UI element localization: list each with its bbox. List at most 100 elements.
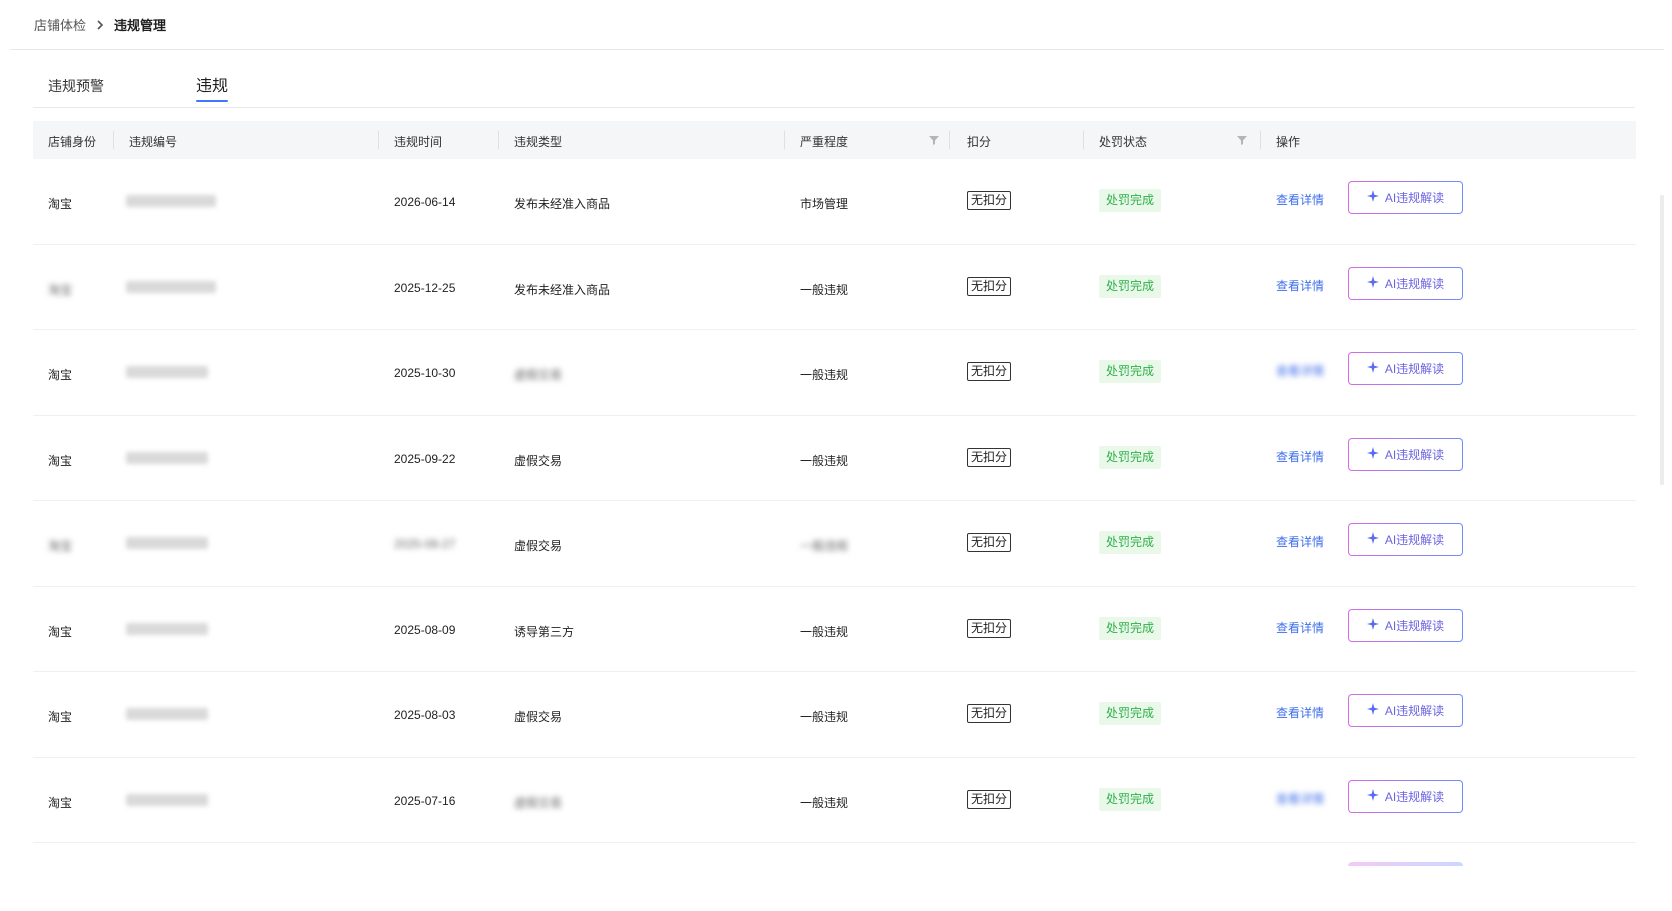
status-badge: 处罚完成 — [1099, 445, 1162, 469]
cell-time: 2025-08-09 — [394, 622, 456, 637]
cell-severity: 一般违规 — [800, 710, 849, 724]
view-detail-link[interactable]: 查看详情 — [1276, 362, 1324, 379]
status-badge: 处罚完成 — [1099, 702, 1162, 725]
ai-interpret-button[interactable]: AI违规解读 — [1348, 608, 1463, 642]
ai-button-label: AI违规解读 — [1384, 447, 1445, 462]
status-filter-icon[interactable] — [1237, 134, 1247, 148]
cell-severity: 一般违规 — [800, 453, 849, 468]
sparkle-icon — [1366, 361, 1379, 376]
status-badge: 处罚完成 — [1099, 616, 1162, 640]
status-badge: 处罚完成 — [1099, 274, 1162, 298]
tab-label: 违规 — [196, 78, 229, 95]
cell-identity: 淘宝 — [48, 710, 73, 724]
redacted-violation-code — [126, 537, 208, 549]
cell-time: 2025-12-25 — [394, 280, 456, 295]
cell-type: 诱导第三方 — [514, 624, 575, 639]
ai-interpret-button[interactable]: AI违规解读 — [1348, 352, 1463, 385]
status-badge: 处罚完成 — [1099, 189, 1162, 212]
view-detail-link[interactable]: 查看详情 — [1276, 191, 1324, 208]
breadcrumb-parent[interactable]: 店铺体检 — [34, 15, 86, 34]
sparkle-icon — [1366, 446, 1379, 462]
header-separator — [1260, 131, 1261, 149]
ai-interpret-button[interactable]: AI违规解读 — [1348, 523, 1463, 556]
score-badge: 无扣分 — [967, 533, 1012, 552]
ai-button-label: AI违规解读 — [1384, 704, 1445, 718]
cell-time: 2025-08-03 — [394, 708, 456, 722]
sparkle-icon — [1366, 788, 1379, 804]
cell-severity: 市场管理 — [800, 197, 849, 211]
top-bar: 店铺体检 违规管理 — [10, 0, 1664, 50]
redacted-violation-code — [126, 622, 208, 635]
cell-severity: 一般违规 — [800, 368, 849, 382]
header-identity: 店铺身份 — [48, 135, 97, 149]
tab-label: 违规预警 — [48, 78, 104, 94]
sparkle-icon — [1366, 190, 1379, 205]
view-detail-link[interactable]: 查看详情 — [1276, 704, 1324, 721]
cell-time: 2025-08-27 — [394, 537, 456, 551]
redacted-violation-code — [126, 708, 208, 720]
cell-severity: 一般违规 — [800, 795, 849, 810]
header-score: 扣分 — [967, 135, 992, 149]
cell-identity: 淘宝 — [48, 197, 73, 211]
cell-identity: 淘宝 — [48, 453, 73, 468]
score-badge: 无扣分 — [967, 704, 1012, 723]
active-tab-indicator — [196, 100, 229, 102]
ai-button-label: AI违规解读 — [1384, 362, 1445, 376]
ai-interpret-button[interactable]: AI违规解读 — [1348, 181, 1463, 214]
ai-interpret-button[interactable]: AI违规解读 — [1348, 779, 1463, 813]
header-action: 操作 — [1276, 135, 1301, 149]
next-row-ai-button-partial — [1348, 862, 1463, 866]
ai-interpret-button[interactable]: AI违规解读 — [1348, 437, 1463, 471]
tab-violation-warning[interactable]: 违规预警 — [48, 76, 104, 96]
table-row: 淘宝 2025-08-03 虚假交易 一般违规 无扣分 处罚完成 查看详情 AI… — [33, 672, 1636, 758]
header-severity: 严重程度 — [800, 135, 849, 149]
view-detail-link[interactable]: 查看详情 — [1276, 448, 1324, 465]
ai-interpret-button[interactable]: AI违规解读 — [1348, 694, 1463, 727]
severity-filter-icon[interactable] — [929, 134, 939, 148]
view-detail-link[interactable]: 查看详情 — [1276, 619, 1324, 636]
view-detail-link[interactable]: 查看详情 — [1276, 790, 1324, 807]
cell-type: 虚假交易 — [514, 453, 563, 468]
cell-type: 发布未经准入商品 — [514, 282, 611, 297]
header-separator — [113, 131, 114, 149]
cell-time: 2025-09-22 — [394, 451, 456, 466]
redacted-violation-code — [126, 280, 216, 293]
table-row: 淘宝 2025-07-16 虚假交易 一般违规 无扣分 处罚完成 查看详情 AI… — [33, 758, 1636, 843]
table-row: 淘宝 2026-06-14 发布未经准入商品 市场管理 无扣分 处罚完成 查看详… — [33, 159, 1636, 245]
breadcrumb-current: 违规管理 — [114, 18, 167, 33]
view-detail-link[interactable]: 查看详情 — [1276, 533, 1324, 550]
table-row: 淘宝 2025-10-30 虚假交易 一般违规 无扣分 处罚完成 查看详情 AI… — [33, 330, 1636, 416]
cell-type: 虚假交易 — [514, 368, 563, 382]
tab-bar: 违规预警 违规 — [33, 70, 1635, 108]
scrollbar[interactable] — [1660, 195, 1664, 485]
redacted-violation-code — [126, 195, 216, 207]
tab-violation[interactable]: 违规 — [196, 72, 229, 102]
chevron-right-icon — [96, 19, 104, 30]
cell-severity: 一般违规 — [800, 539, 849, 553]
cell-severity: 一般违规 — [800, 624, 849, 639]
score-badge: 无扣分 — [967, 447, 1012, 467]
header-separator — [949, 131, 950, 149]
score-badge: 无扣分 — [967, 276, 1012, 296]
breadcrumb: 店铺体检 违规管理 — [34, 15, 166, 34]
score-badge: 无扣分 — [967, 618, 1012, 638]
redacted-violation-code — [126, 366, 208, 378]
cell-identity: 淘宝 — [48, 795, 73, 810]
cell-time: 2025-07-16 — [394, 793, 456, 808]
header-separator — [378, 131, 379, 149]
table-row: 淘宝 2025-09-22 虚假交易 一般违规 无扣分 处罚完成 查看详情 AI… — [33, 416, 1636, 501]
cell-identity: 淘宝 — [48, 368, 73, 382]
cell-identity: 淘宝 — [48, 624, 73, 639]
score-badge: 无扣分 — [967, 191, 1012, 210]
ai-button-label: AI违规解读 — [1384, 191, 1445, 205]
ai-button-label: AI违规解读 — [1384, 533, 1445, 547]
table-row: 淘宝 2025-08-27 虚假交易 一般违规 无扣分 处罚完成 查看详情 AI… — [33, 501, 1636, 587]
cell-time: 2026-06-14 — [394, 195, 456, 209]
cell-identity: 淘宝 — [48, 539, 73, 553]
ai-interpret-button[interactable]: AI违规解读 — [1348, 266, 1463, 300]
header-time: 违规时间 — [394, 135, 443, 149]
cell-type: 虚假交易 — [514, 795, 563, 810]
header-code: 违规编号 — [129, 135, 178, 149]
status-badge: 处罚完成 — [1099, 787, 1162, 811]
view-detail-link[interactable]: 查看详情 — [1276, 277, 1324, 294]
